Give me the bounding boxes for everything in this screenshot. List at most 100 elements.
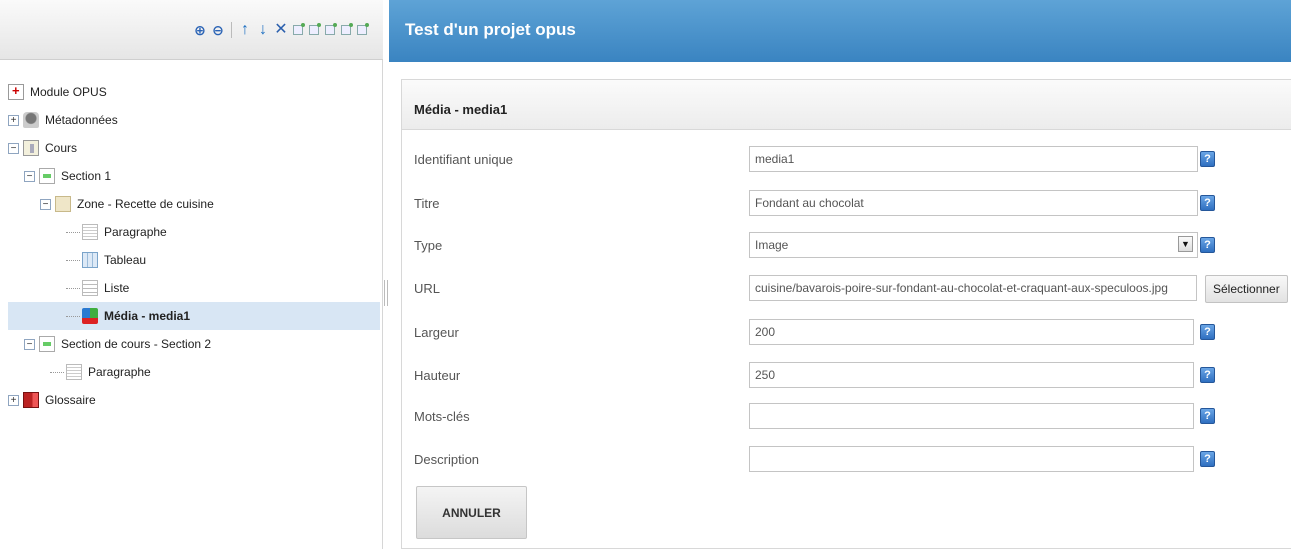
- move-down-icon[interactable]: ↓: [255, 22, 271, 38]
- description-label: Description: [414, 452, 480, 467]
- tree-item-glossaire[interactable]: + Glossaire: [8, 386, 380, 414]
- largeur-input[interactable]: 200: [749, 319, 1194, 345]
- collapse-icon[interactable]: −: [24, 170, 35, 182]
- tree-item-label: Métadonnées: [45, 113, 118, 127]
- tree-item-paragraphe[interactable]: Paragraphe: [8, 218, 380, 246]
- titre-input[interactable]: Fondant au chocolat: [749, 190, 1198, 216]
- collapse-icon[interactable]: −: [8, 142, 19, 154]
- zoom-out-icon[interactable]: ⊖: [210, 22, 226, 38]
- tree-item-label: Média - media1: [104, 309, 191, 323]
- tree-item-section-2[interactable]: − Section de cours - Section 2: [8, 330, 380, 358]
- field-row-motscles: Mots-clés ?: [402, 403, 1291, 429]
- glossary-icon: [23, 392, 39, 408]
- select-file-button[interactable]: Sélectionner: [1205, 275, 1288, 303]
- tree-item-zone[interactable]: − Zone - Recette de cuisine: [8, 190, 380, 218]
- field-row-description: Description ?: [402, 446, 1291, 472]
- course-icon: [23, 140, 39, 156]
- tree-item-label: Section de cours - Section 2: [61, 337, 212, 351]
- list-icon: [82, 280, 98, 296]
- help-icon[interactable]: ?: [1200, 324, 1215, 340]
- motscles-input[interactable]: [749, 403, 1194, 429]
- copy-icon[interactable]: [291, 22, 305, 38]
- zone-icon: [55, 196, 71, 212]
- tree-item-cours[interactable]: − Cours: [8, 134, 380, 162]
- expand-icon[interactable]: +: [8, 114, 19, 126]
- help-icon[interactable]: ?: [1200, 408, 1215, 424]
- dropdown-arrow-icon[interactable]: ▼: [1178, 236, 1193, 252]
- tree-item-label: Glossaire: [45, 393, 96, 407]
- table-icon: [82, 252, 98, 268]
- tree-item-metadonnees[interactable]: + Métadonnées: [8, 106, 380, 134]
- identifiant-label: Identifiant unique: [414, 152, 514, 167]
- field-row-identifiant: Identifiant unique media1 ?: [402, 146, 1291, 172]
- tree-connector: [66, 287, 80, 289]
- tree-item-label: Module OPUS: [30, 85, 107, 99]
- section-icon: [39, 336, 55, 352]
- add-node-icon[interactable]: [307, 22, 321, 38]
- tree-item-label: Cours: [45, 141, 78, 155]
- tree-item-label: Tableau: [104, 253, 147, 267]
- move-up-icon[interactable]: ↑: [237, 22, 253, 38]
- collapse-icon[interactable]: −: [40, 198, 51, 210]
- motscles-label: Mots-clés: [414, 409, 470, 424]
- url-input[interactable]: cuisine/bavarois-poire-sur-fondant-au-ch…: [749, 275, 1197, 301]
- help-icon[interactable]: ?: [1200, 195, 1215, 211]
- tree-item-tableau[interactable]: Tableau: [8, 246, 380, 274]
- largeur-label: Largeur: [414, 325, 459, 340]
- hauteur-input[interactable]: 250: [749, 362, 1194, 388]
- tree-connector: [66, 231, 80, 233]
- tree-item-label: Paragraphe: [88, 365, 151, 379]
- tree-item-module-opus[interactable]: Module OPUS: [8, 78, 380, 106]
- field-row-url: URL cuisine/bavarois-poire-sur-fondant-a…: [402, 275, 1291, 303]
- module-tree: Module OPUS + Métadonnées − Cours − Sect…: [8, 78, 380, 414]
- tree-connector: [66, 315, 80, 317]
- link-node-icon[interactable]: [323, 22, 337, 38]
- expand-icon[interactable]: +: [8, 394, 19, 406]
- field-row-type: Type Image ▼ ?: [402, 232, 1291, 258]
- toolbar-icons: ⊕ ⊖ ↑ ↓ ✕: [192, 22, 369, 38]
- metadata-icon: [23, 112, 39, 128]
- delete-icon[interactable]: ✕: [273, 22, 289, 38]
- type-select[interactable]: Image: [749, 232, 1198, 258]
- header-bar: Test d'un projet opus: [389, 0, 1291, 62]
- media-form-panel: Média - media1 Identifiant unique media1…: [401, 79, 1291, 549]
- help-icon[interactable]: ?: [1200, 237, 1215, 253]
- tree-item-label: Section 1: [61, 169, 112, 183]
- field-row-titre: Titre Fondant au chocolat ?: [402, 190, 1291, 216]
- tree-item-paragraphe-2[interactable]: Paragraphe: [8, 358, 380, 386]
- tree-toolbar: ⊕ ⊖ ↑ ↓ ✕: [0, 0, 383, 60]
- tree-item-label: Paragraphe: [104, 225, 167, 239]
- paragraph-icon: [82, 224, 98, 240]
- panel-splitter[interactable]: [384, 280, 388, 306]
- help-icon[interactable]: ?: [1200, 151, 1215, 167]
- zoom-in-icon[interactable]: ⊕: [192, 22, 208, 38]
- page-title: Test d'un projet opus: [405, 20, 576, 39]
- help-icon[interactable]: ?: [1200, 367, 1215, 383]
- left-panel: ⊕ ⊖ ↑ ↓ ✕ Module OPUS + Métadonnées − Co…: [0, 0, 383, 549]
- url-label: URL: [414, 281, 441, 296]
- paragraph-icon: [66, 364, 82, 380]
- tree-item-section-1[interactable]: − Section 1: [8, 162, 380, 190]
- titre-label: Titre: [414, 196, 440, 211]
- tree-item-liste[interactable]: Liste: [8, 274, 380, 302]
- section-icon: [39, 168, 55, 184]
- type-label: Type: [414, 238, 443, 253]
- form-title: Média - media1: [414, 102, 508, 117]
- identifiant-input[interactable]: media1: [749, 146, 1198, 172]
- tree-item-label: Zone - Recette de cuisine: [77, 197, 214, 211]
- tree-connector: [66, 259, 80, 261]
- tree-item-label: Liste: [104, 281, 130, 295]
- media-icon: [82, 308, 98, 324]
- module-icon: [8, 83, 24, 100]
- help-icon[interactable]: ?: [1200, 451, 1215, 467]
- collapse-icon[interactable]: −: [24, 338, 35, 350]
- description-input[interactable]: [749, 446, 1194, 472]
- add-child-icon[interactable]: [339, 22, 353, 38]
- add-sibling-icon[interactable]: [355, 22, 369, 38]
- form-header: Média - media1: [402, 80, 1291, 130]
- tree-connector: [50, 371, 64, 373]
- toolbar-separator: [231, 22, 232, 38]
- tree-item-media-selected[interactable]: Média - media1: [8, 302, 380, 330]
- cancel-button[interactable]: ANNULER: [416, 486, 527, 539]
- hauteur-label: Hauteur: [414, 368, 461, 383]
